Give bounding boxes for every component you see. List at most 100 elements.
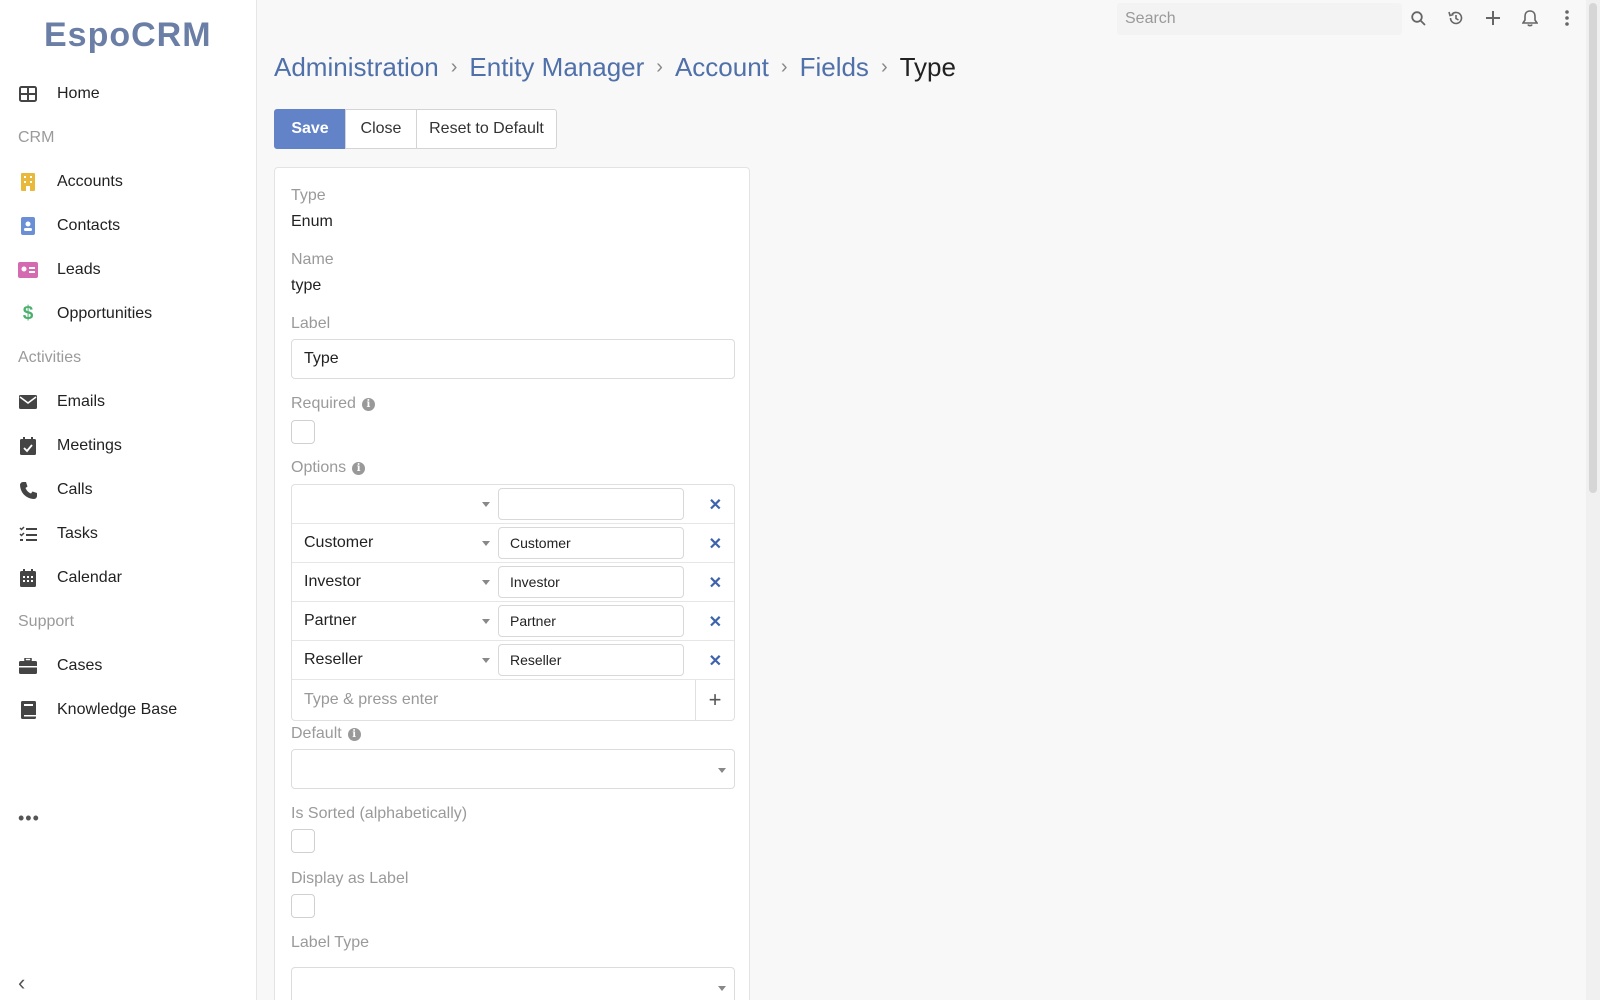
reset-to-default-button[interactable]: Reset to Default xyxy=(416,109,557,149)
option-label-input[interactable]: Investor xyxy=(498,566,684,598)
option-style-select[interactable] xyxy=(292,485,498,523)
calendar-icon xyxy=(18,568,38,588)
option-label-input[interactable]: Customer xyxy=(498,527,684,559)
caret-down-icon xyxy=(482,658,490,663)
sidebar-item-knowledge-base[interactable]: Knowledge Base xyxy=(0,688,256,732)
action-buttons: Save Close Reset to Default xyxy=(274,109,557,149)
history-icon[interactable] xyxy=(1437,6,1474,30)
breadcrumb-separator: › xyxy=(780,56,788,78)
sidebar-item-accounts[interactable]: Accounts xyxy=(0,160,256,204)
info-icon[interactable]: i xyxy=(347,727,361,741)
sidebar-item-emails[interactable]: Emails xyxy=(0,380,256,424)
label-input[interactable]: Type xyxy=(291,339,735,379)
global-search-input[interactable]: Search xyxy=(1117,3,1402,35)
sidebar-item-cases[interactable]: Cases xyxy=(0,644,256,688)
add-option-input[interactable]: Type & press enter xyxy=(292,680,696,720)
dollar-icon: $ xyxy=(22,303,34,324)
option-label-input[interactable]: Partner xyxy=(498,605,684,637)
search-icon[interactable] xyxy=(1400,6,1437,30)
sidebar-item-meetings[interactable]: Meetings xyxy=(0,424,256,468)
info-icon[interactable]: i xyxy=(352,461,366,475)
breadcrumb-separator: › xyxy=(656,56,663,78)
option-row: Reseller Reseller ✕ xyxy=(292,641,734,680)
page-scrollbar[interactable] xyxy=(1586,0,1600,1000)
remove-option-icon[interactable]: ✕ xyxy=(709,534,722,554)
default-select[interactable] xyxy=(291,749,735,789)
is-sorted-checkbox[interactable] xyxy=(291,829,315,853)
save-button[interactable]: Save xyxy=(274,109,346,149)
option-label-input[interactable] xyxy=(498,488,684,520)
type-label: Type xyxy=(291,187,326,204)
sidebar-item-calendar[interactable]: Calendar xyxy=(0,556,256,600)
option-style-select[interactable]: Customer xyxy=(292,524,498,562)
caret-down-icon xyxy=(482,502,490,507)
book-icon xyxy=(18,700,38,720)
sidebar-item-label: Home xyxy=(57,85,100,102)
option-row: Partner Partner ✕ xyxy=(292,602,734,641)
type-value: Enum xyxy=(291,213,333,230)
remove-option-icon[interactable]: ✕ xyxy=(709,651,722,671)
plus-icon[interactable] xyxy=(1474,6,1511,30)
add-option-plus-icon[interactable]: + xyxy=(696,680,734,720)
field-edit-panel: Type Enum Name type Label Type Required i… xyxy=(274,167,750,1000)
building-icon xyxy=(18,172,38,192)
sidebar-item-label: Emails xyxy=(57,393,106,410)
option-style-select[interactable]: Investor xyxy=(292,563,498,601)
sidebar-item-leads[interactable]: Leads xyxy=(0,248,256,292)
espocrm-logo[interactable]: EspoCRM xyxy=(44,16,219,58)
remove-option-icon[interactable]: ✕ xyxy=(709,573,722,593)
name-value: type xyxy=(291,277,322,294)
breadcrumb-account[interactable]: Account xyxy=(675,52,769,83)
breadcrumb: Administration › Entity Manager › Accoun… xyxy=(274,52,956,83)
sidebar-item-tasks[interactable]: Tasks xyxy=(0,512,256,556)
bell-icon[interactable] xyxy=(1511,6,1548,30)
sidebar-item-label: Calendar xyxy=(57,569,122,586)
sidebar-item-label: Contacts xyxy=(57,217,121,234)
sidebar-item-label: Calls xyxy=(57,481,93,498)
sidebar-item-label: Opportunities xyxy=(57,305,153,322)
scrollbar-thumb[interactable] xyxy=(1589,3,1597,493)
more-menu-button[interactable]: ••• xyxy=(18,809,40,827)
name-label: Name xyxy=(291,251,334,268)
sidebar-item-opportunities[interactable]: $ Opportunities xyxy=(0,292,256,336)
display-as-label-checkbox[interactable] xyxy=(291,894,315,918)
label-input-value: Type xyxy=(304,350,339,367)
options-label: Options i xyxy=(291,459,366,477)
sidebar-item-home[interactable]: Home xyxy=(0,72,256,116)
remove-option-icon[interactable]: ✕ xyxy=(709,495,722,515)
kebab-menu-icon[interactable] xyxy=(1548,6,1585,30)
sidebar-item-label: Cases xyxy=(57,657,103,674)
topbar-icons xyxy=(1400,6,1585,30)
nav-group-support: Support xyxy=(18,613,75,630)
sidebar-item-label: Meetings xyxy=(57,437,122,454)
collapse-sidebar-icon[interactable]: ‹ xyxy=(18,970,25,996)
sidebar-item-label: Tasks xyxy=(57,525,98,542)
briefcase-icon xyxy=(18,656,38,676)
required-checkbox[interactable] xyxy=(291,420,315,444)
breadcrumb-administration[interactable]: Administration xyxy=(274,52,439,83)
option-style-select[interactable]: Partner xyxy=(292,602,498,640)
option-style-select[interactable]: Reseller xyxy=(292,641,498,679)
option-label-input[interactable]: Reseller xyxy=(498,644,684,676)
breadcrumb-fields[interactable]: Fields xyxy=(800,52,869,83)
label-field-label: Label xyxy=(291,315,331,332)
label-type-select[interactable] xyxy=(291,967,735,1000)
sidebar-nav: Home CRM Accounts Contacts Leads $ Oppor… xyxy=(0,72,256,732)
caret-down-icon xyxy=(482,580,490,585)
sidebar-item-contacts[interactable]: Contacts xyxy=(0,204,256,248)
close-button[interactable]: Close xyxy=(345,109,417,149)
caret-down-icon xyxy=(718,986,726,991)
nav-group-crm: CRM xyxy=(18,129,55,146)
breadcrumb-entity-manager[interactable]: Entity Manager xyxy=(469,52,644,83)
search-placeholder: Search xyxy=(1125,10,1176,27)
caret-down-icon xyxy=(718,768,726,773)
sidebar-item-calls[interactable]: Calls xyxy=(0,468,256,512)
caret-down-icon xyxy=(482,619,490,624)
sidebar-item-label: Accounts xyxy=(57,173,123,190)
caret-down-icon xyxy=(482,541,490,546)
option-row: ✕ xyxy=(292,485,734,524)
is-sorted-label: Is Sorted (alphabetically) xyxy=(291,805,468,822)
remove-option-icon[interactable]: ✕ xyxy=(709,612,722,632)
info-icon[interactable]: i xyxy=(361,397,375,411)
phone-icon xyxy=(18,480,38,500)
